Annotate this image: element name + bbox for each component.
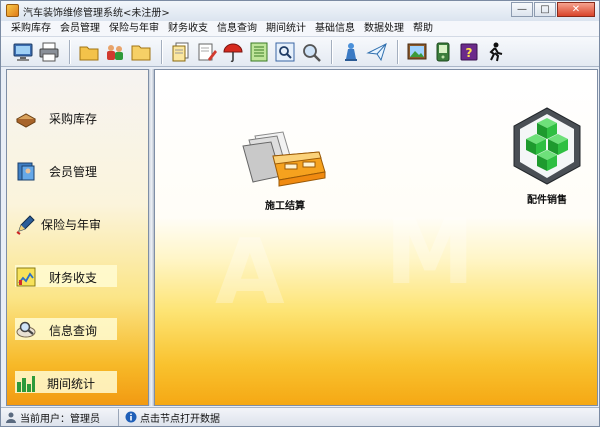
title-bar[interactable]: 汽车装饰维修管理系统<未注册> — □ ✕ [1,1,599,21]
background-watermark: M [385,200,475,305]
info-icon [125,411,137,423]
document-edit-icon[interactable] [195,40,219,64]
folder-open-icon[interactable] [129,40,153,64]
nav-item-member[interactable]: 会员管理 [7,158,150,184]
menu-base-info[interactable]: 基础信息 [311,21,360,36]
magnifier-doc-icon[interactable] [273,40,297,64]
document-stack-icon[interactable] [169,40,193,64]
nav-item-insurance[interactable]: 保险与年审 [7,211,150,237]
nav-item-purchase-stock[interactable]: 采购库存 [7,105,150,131]
menu-finance[interactable]: 财务收支 [164,21,213,36]
app-icon [6,4,19,17]
background-watermark: A [215,220,285,325]
chess-piece-icon[interactable] [339,40,363,64]
window-title: 汽车装饰维修管理系统<未注册> [23,8,170,19]
status-hint-segment: 点击节点打开数据 [119,409,220,426]
status-user-segment: 当前用户：管理员 [1,408,119,426]
nav-label: 会员管理 [49,165,98,179]
nav-item-period-stats[interactable]: 期间统计 [7,370,150,396]
menu-help[interactable]: 帮助 [409,21,438,36]
help-book-icon[interactable]: ? [457,40,481,64]
toolbar-separator [161,39,163,64]
nav-label: 信息查询 [49,324,98,338]
menu-insurance[interactable]: 保险与年审 [105,21,164,36]
status-hint-text: 点击节点打开数据 [140,413,220,425]
toolbar-separator [397,39,399,64]
user-icon [6,412,16,423]
printer-icon[interactable] [37,40,61,64]
maximize-button[interactable]: □ [534,2,556,17]
main-window: 汽车装饰维修管理系统<未注册> — □ ✕ 采购库存 会员管理 保险与年审 财务… [0,0,600,427]
green-cubes-icon [513,107,581,185]
module-parts-sales[interactable]: 配件销售 [507,106,587,206]
status-user-text: 当前用户：管理员 [20,413,100,425]
paper-plane-icon[interactable] [365,40,389,64]
nav-item-finance[interactable]: 财务收支 [7,264,150,290]
menu-bar: 采购库存 会员管理 保险与年审 财务收支 信息查询 期间统计 基础信息 数据处理… [1,21,599,37]
nav-label: 采购库存 [49,112,98,126]
notebook-icon[interactable] [247,40,271,64]
svg-text:?: ? [466,46,473,60]
handheld-device-icon[interactable] [431,40,455,64]
toolbar-separator [69,39,71,64]
nav-panel: 采购库存 会员管理 保险与年审 财务收支 信息查询 期间统计 [6,69,149,406]
menu-query[interactable]: 信息查询 [213,21,262,36]
magnifier-icon[interactable] [299,40,323,64]
close-button[interactable]: ✕ [557,2,595,17]
module-label: 配件销售 [527,195,567,206]
finance-chart-icon [16,267,36,287]
status-bar: 当前用户：管理员 点击节点打开数据 [1,407,599,426]
umbrella-icon[interactable] [221,40,245,64]
people-icon[interactable] [103,40,127,64]
book-icon [15,113,37,128]
search-magnifier-icon [16,321,36,338]
picture-frame-icon[interactable] [405,40,429,64]
pen-check-icon [16,215,35,235]
folder-icon[interactable] [77,40,101,64]
module-construction-settlement[interactable]: 施工结算 [237,130,333,212]
member-card-icon [17,162,35,181]
nav-label: 保险与年审 [41,218,102,232]
monitor-icon[interactable] [11,40,35,64]
nav-label: 财务收支 [49,271,98,285]
drawer-folders-icon [242,131,326,187]
menu-purchase-stock[interactable]: 采购库存 [7,21,56,36]
toolbar: ? [1,37,599,67]
minimize-button[interactable]: — [511,2,533,17]
menu-period-stats[interactable]: 期间统计 [262,21,311,36]
menu-member[interactable]: 会员管理 [56,21,105,36]
menu-data[interactable]: 数据处理 [360,21,409,36]
module-label: 施工结算 [265,201,305,212]
nav-item-query[interactable]: 信息查询 [7,317,150,343]
toolbar-separator [331,39,333,64]
content-panel: A M 施工结算 配件销售 [154,69,598,406]
nav-label: 期间统计 [47,377,96,391]
bar-stats-icon [17,376,35,392]
window-controls: — □ ✕ [510,2,595,17]
runner-icon[interactable] [483,40,507,64]
